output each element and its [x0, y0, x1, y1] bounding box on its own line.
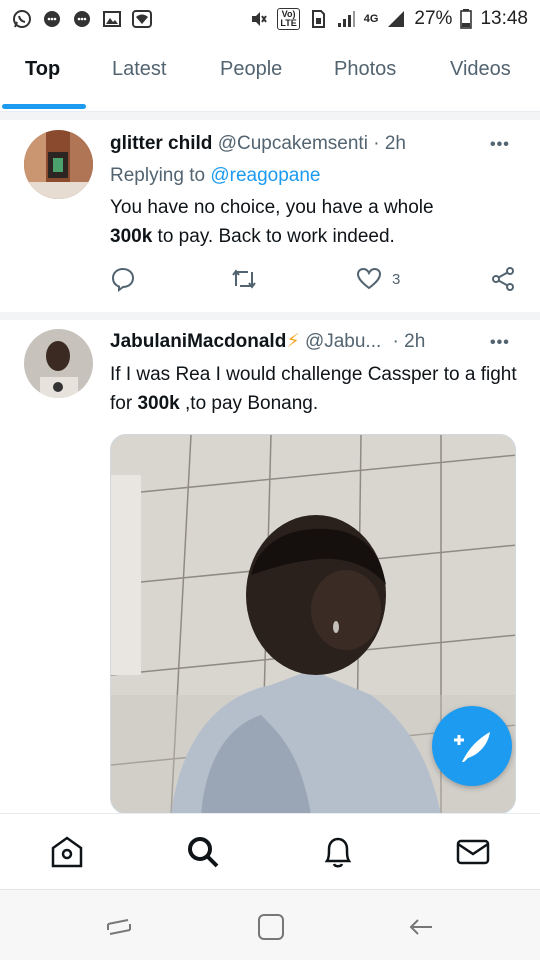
display-name[interactable]: JabulaniMacdonald — [110, 331, 286, 352]
status-system: Vo) LTE 4G 27% 13:48 — [249, 8, 528, 30]
wifi-icon — [132, 10, 152, 28]
tweet-text-bold: 300k — [110, 226, 153, 247]
retweet-button[interactable] — [230, 266, 258, 292]
back-button[interactable] — [406, 912, 436, 942]
replying-label: Replying to — [110, 165, 206, 186]
share-button[interactable] — [490, 266, 516, 292]
search-tabs: Top Latest People Photos Videos — [0, 38, 540, 112]
mute-icon — [252, 12, 268, 26]
user-handle[interactable]: @Cupcakemsenti — [218, 133, 368, 154]
tab-latest[interactable]: Latest — [112, 58, 166, 81]
nav-search[interactable] — [185, 834, 221, 870]
like-button[interactable]: 3 — [356, 266, 400, 292]
battery-icon — [460, 9, 473, 29]
recents-button[interactable] — [104, 912, 134, 942]
home-button-icon — [258, 914, 284, 940]
nav-messages[interactable] — [455, 834, 491, 870]
status-notifications — [12, 9, 152, 29]
tweet-text-part: to pay. Back to work indeed. — [152, 226, 395, 247]
search-icon — [188, 837, 219, 868]
tab-top[interactable]: Top — [25, 58, 60, 81]
tweet-text-bold: 300k — [137, 393, 180, 414]
avatar[interactable] — [24, 329, 93, 398]
tweet-text-part: You have no choice, you have a whole — [110, 197, 434, 218]
more-options-icon[interactable]: ••• — [490, 334, 510, 352]
tweet-header: glitter child @Cupcakemsenti · 2h — [110, 133, 406, 155]
nav-notifications[interactable] — [320, 834, 356, 870]
avatar[interactable] — [24, 130, 93, 199]
reply-mention-link[interactable]: @reagopane — [210, 165, 320, 186]
whatsapp-icon — [13, 10, 31, 28]
signal-icon — [337, 11, 355, 27]
active-tab-indicator — [2, 104, 86, 109]
bottom-navigation — [0, 813, 540, 889]
tab-videos[interactable]: Videos — [450, 58, 511, 81]
avatar-image — [24, 329, 93, 398]
compose-tweet-button[interactable] — [432, 706, 512, 786]
reply-icon — [111, 267, 135, 292]
tweet-text-part: ,to pay Bonang. — [179, 393, 319, 414]
name-emoji: ⚡ — [286, 331, 300, 352]
like-icon — [356, 267, 382, 290]
tab-people[interactable]: People — [220, 58, 282, 81]
sim-icon — [311, 10, 325, 28]
divider — [0, 112, 540, 120]
tweet-time: · 2h — [392, 331, 426, 352]
avatar-image — [24, 130, 93, 199]
back-icon — [409, 919, 432, 935]
network-type: 4G — [363, 12, 379, 25]
retweet-icon — [232, 269, 256, 289]
tweet-header: JabulaniMacdonald⚡ @Jabu... · 2h — [110, 330, 425, 353]
tweet-text: If I was Rea I would challenge Cassper t… — [110, 360, 520, 418]
reply-button[interactable] — [110, 266, 136, 292]
clock: 13:48 — [480, 8, 528, 29]
notifications-icon — [324, 837, 352, 868]
tweet-text: You have no choice, you have a whole 300k… — [110, 193, 520, 251]
user-handle[interactable]: @Jabu... — [305, 331, 381, 352]
system-navigation-bar — [0, 889, 540, 960]
tab-photos[interactable]: Photos — [334, 58, 396, 81]
volte-icon: Vo) LTE — [277, 8, 300, 30]
recents-icon — [107, 919, 131, 935]
status-bar: Vo) LTE 4G 27% 13:48 — [0, 0, 540, 38]
messages-icon — [456, 839, 490, 865]
nav-home[interactable] — [49, 834, 85, 870]
tweet-actions: 3 — [110, 266, 520, 296]
chat-icon — [44, 11, 60, 27]
compose-tweet-icon — [454, 732, 490, 762]
display-name[interactable]: glitter child — [110, 133, 212, 154]
home-button[interactable] — [256, 912, 286, 942]
chat-icon — [74, 11, 90, 27]
more-options-icon[interactable]: ••• — [490, 136, 510, 154]
battery-percent: 27% — [414, 8, 453, 29]
like-count: 3 — [392, 270, 401, 288]
divider — [0, 312, 540, 320]
gallery-icon — [103, 11, 121, 27]
signal-icon — [388, 11, 405, 27]
volte-text-bottom: LTE — [280, 18, 297, 28]
share-icon — [492, 267, 514, 291]
tweet-time: · 2h — [373, 133, 406, 154]
replying-to: Replying to @reagopane — [110, 165, 321, 187]
tweet[interactable]: glitter child @Cupcakemsenti · 2h ••• Re… — [0, 120, 540, 312]
home-icon — [51, 836, 83, 868]
